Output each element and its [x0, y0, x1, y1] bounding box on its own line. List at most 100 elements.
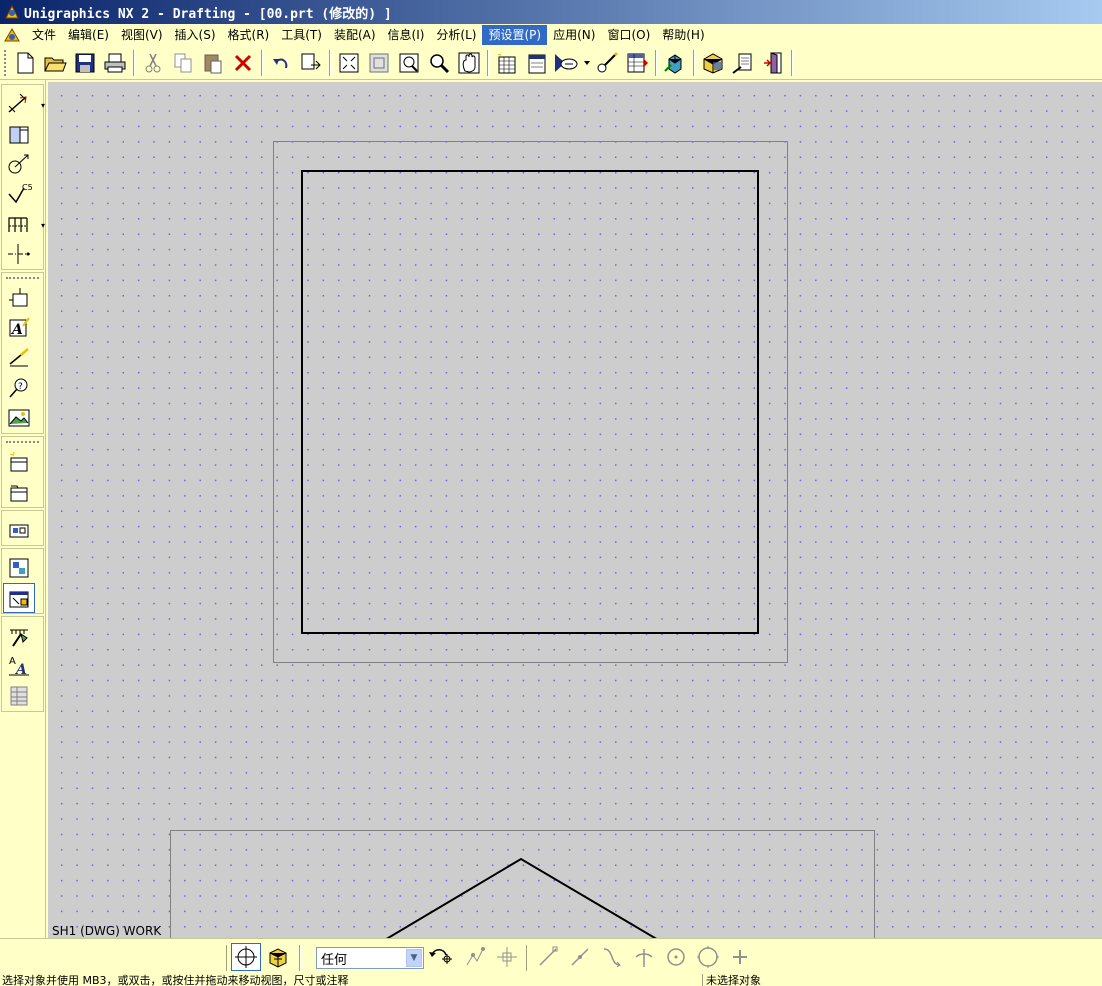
menu-edit[interactable]: 编辑(E) — [62, 25, 115, 45]
svg-text:A: A — [10, 322, 23, 338]
select-3d-icon[interactable] — [263, 943, 293, 971]
menu-window[interactable]: 窗口(O) — [601, 25, 656, 45]
toolbar-separator — [791, 49, 793, 76]
new-file-icon[interactable] — [10, 48, 40, 78]
toolbar-grip[interactable] — [4, 49, 8, 76]
menu-analysis[interactable]: 分析(L) — [430, 25, 482, 45]
select-features-icon[interactable] — [460, 943, 490, 971]
window-title: Unigraphics NX 2 - Drafting - [00.prt (修… — [24, 6, 392, 22]
menu-help[interactable]: 帮助(H) — [656, 25, 710, 45]
centerline-icon[interactable] — [2, 239, 36, 269]
toolbar-grip[interactable] — [6, 441, 39, 445]
section-line-icon[interactable] — [592, 48, 622, 78]
menu-file[interactable]: 文件 — [26, 25, 62, 45]
add-view-icon[interactable] — [2, 447, 36, 477]
menu-insert[interactable]: 插入(S) — [169, 25, 222, 45]
menu-bar: 文件 编辑(E) 视图(V) 插入(S) 格式(R) 工具(T) 装配(A) 信… — [0, 24, 1102, 46]
exit-door-icon[interactable] — [758, 48, 788, 78]
zoom-window-icon[interactable] — [394, 48, 424, 78]
annotation-toolbar-group: A ? — [1, 272, 44, 434]
graphics-window[interactable]: SH1 (DWG) WORK — [48, 82, 1102, 938]
status-prompt: 选择对象并使用 MB3，或双击，或按住并拖动来移动视图，尺寸或注释 — [2, 974, 349, 986]
inferred-dimension-icon[interactable]: ▾ — [2, 89, 45, 119]
menu-assemblies[interactable]: 装配(A) — [328, 25, 382, 45]
repeat-command-icon[interactable] — [296, 48, 326, 78]
ordinate-dimension-icon[interactable]: ▾ — [2, 209, 45, 239]
status-divider — [702, 974, 703, 986]
dropdown-arrow-icon[interactable]: ▾ — [41, 221, 45, 230]
end-point-snap-icon[interactable] — [533, 943, 563, 971]
text-style-icon[interactable]: AA — [2, 651, 36, 681]
type-filter-select[interactable]: 任何 ▼ — [316, 947, 424, 969]
toolbar-separator — [693, 49, 695, 76]
mid-point-snap-icon[interactable] — [565, 943, 595, 971]
feature-parameters-icon[interactable] — [2, 119, 36, 149]
section-view-icon[interactable] — [2, 553, 36, 583]
parts-list-icon[interactable] — [622, 48, 652, 78]
zoom-in-out-icon[interactable] — [424, 48, 454, 78]
view-boundary-top[interactable] — [273, 141, 788, 663]
nx-menu-icon[interactable] — [2, 26, 22, 44]
projected-view-icon[interactable] — [2, 515, 36, 545]
dropdown-arrow-icon[interactable]: ▾ — [41, 101, 45, 110]
nx-app-icon — [4, 4, 20, 20]
model-export-icon[interactable] — [660, 48, 690, 78]
toolbar-separator — [226, 945, 228, 971]
arc-center-snap-icon[interactable] — [661, 943, 691, 971]
chamfer-dimension-icon[interactable]: C5 — [2, 179, 36, 209]
intersection-snap-icon[interactable] — [629, 943, 659, 971]
save-icon[interactable] — [70, 48, 100, 78]
drawing-sheet[interactable] — [48, 82, 1102, 938]
drafting-tools-icon[interactable] — [2, 621, 36, 651]
menu-tools[interactable]: 工具(T) — [275, 25, 328, 45]
menu-information[interactable]: 信息(I) — [382, 25, 431, 45]
drafting-mode-icon[interactable] — [3, 583, 35, 613]
dropdown-arrow-icon[interactable] — [582, 48, 592, 78]
table-editor-icon[interactable] — [2, 681, 36, 711]
radius-dimension-icon[interactable] — [2, 149, 36, 179]
insert-sheet-icon[interactable] — [492, 48, 522, 78]
toolbar-separator — [261, 49, 263, 76]
drawing-document-icon[interactable] — [728, 48, 758, 78]
view-boundary-bottom[interactable] — [170, 830, 875, 939]
fit-view-icon[interactable] — [334, 48, 364, 78]
menu-application[interactable]: 应用(N) — [547, 25, 601, 45]
snap-point-icon[interactable] — [231, 943, 261, 971]
open-sheet-icon[interactable] — [522, 48, 552, 78]
view-display-toolbar-group — [1, 510, 44, 546]
toolbar-grip[interactable] — [6, 277, 39, 281]
annotation-preferences-icon[interactable] — [552, 48, 582, 78]
3d-model-icon[interactable] — [698, 48, 728, 78]
annotation-editor-icon[interactable] — [2, 283, 36, 313]
svg-text:C5: C5 — [22, 183, 32, 192]
triangle-geometry[interactable] — [383, 857, 660, 938]
existing-point-snap-icon[interactable] — [725, 943, 755, 971]
toolbar-separator — [526, 945, 528, 971]
open-folder-icon[interactable] — [40, 48, 70, 78]
open-view-icon[interactable] — [2, 477, 36, 507]
toolbar-separator — [329, 49, 331, 76]
image-icon[interactable] — [2, 403, 36, 433]
feature-control-frame-icon[interactable] — [2, 343, 36, 373]
toolbar-separator — [487, 49, 489, 76]
menu-view[interactable]: 视图(V) — [115, 25, 169, 45]
delete-icon[interactable] — [228, 48, 258, 78]
rotate-select-icon[interactable] — [426, 943, 456, 971]
zoom-all-icon[interactable] — [364, 48, 394, 78]
menu-preferences[interactable]: 预设置(P) — [482, 25, 548, 45]
text-annotation-icon[interactable]: A — [2, 313, 36, 343]
paste-icon[interactable] — [198, 48, 228, 78]
select-crosshair-icon[interactable] — [492, 943, 522, 971]
chevron-down-icon[interactable]: ▼ — [406, 949, 422, 967]
control-point-snap-icon[interactable] — [597, 943, 627, 971]
print-icon[interactable] — [100, 48, 130, 78]
cut-icon[interactable] — [138, 48, 168, 78]
square-geometry[interactable] — [301, 170, 759, 634]
copy-icon[interactable] — [168, 48, 198, 78]
undo-icon[interactable] — [266, 48, 296, 78]
svg-text:A: A — [9, 656, 16, 667]
pan-icon[interactable] — [454, 48, 484, 78]
id-symbol-icon[interactable]: ? — [2, 373, 36, 403]
quadrant-point-snap-icon[interactable] — [693, 943, 723, 971]
menu-format[interactable]: 格式(R) — [222, 25, 276, 45]
